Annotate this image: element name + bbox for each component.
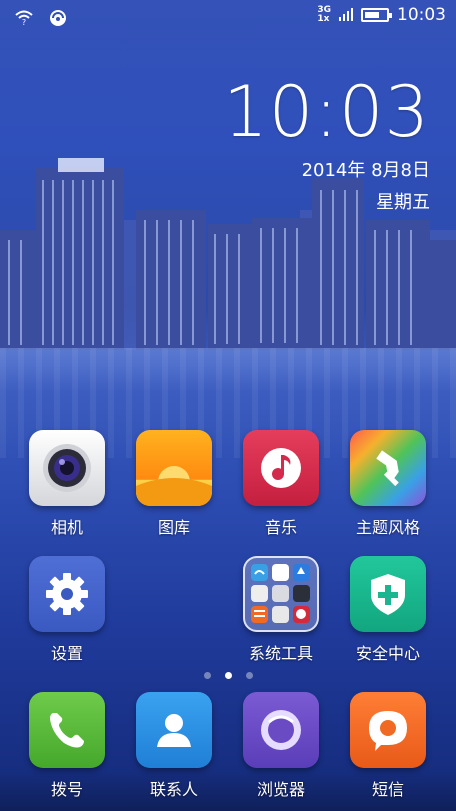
app-gallery[interactable]: 图库 [121,430,227,538]
app-label: 音乐 [264,518,297,537]
app-label: 浏览器 [256,780,305,799]
app-label: 相机 [50,518,83,537]
app-music[interactable]: 音乐 [228,430,334,538]
signal-bars-icon [339,6,353,25]
theme-icon [350,430,426,506]
browser-icon [243,692,319,768]
network-indicator: 3G 1x [317,6,331,24]
page-indicator [0,672,456,679]
battery-icon [361,8,392,22]
app-theme[interactable]: 主题风格 [335,430,441,538]
app-label: 系统工具 [248,644,313,663]
dock-app-contacts[interactable]: 联系人 [121,692,227,800]
app-label: 短信 [371,780,404,799]
clock-date: 2014年 8月8日 [301,160,430,181]
settings-icon [29,556,105,632]
clock-widget[interactable]: 10:03 2014年 8月8日 星期五 [223,74,430,214]
app-camera[interactable]: 相机 [14,430,120,538]
app-label: 设置 [50,644,83,663]
dock-app-messages[interactable]: 短信 [335,692,441,800]
app-label: 安全中心 [355,644,420,663]
clock-weekday: 星期五 [376,192,430,213]
folder-system-tools[interactable]: 系统工具 [228,556,334,664]
wifi-question-icon: ? [14,8,34,28]
sync-icon [48,8,68,28]
app-label: 图库 [157,518,190,537]
network-type-bottom: 1x [317,14,330,24]
system-tools-folder-icon [243,556,319,632]
music-icon [243,430,319,506]
app-label: 拨号 [50,780,83,799]
page-dot-2[interactable] [224,672,232,679]
app-label: 主题风格 [355,518,420,537]
camera-icon [29,430,105,506]
page-dot-1[interactable] [203,672,211,679]
dock-app-phone[interactable]: 拨号 [14,692,120,800]
phone-icon [29,692,105,768]
app-label: 联系人 [149,780,198,799]
gallery-icon [136,430,212,506]
svg-text:?: ? [22,18,26,26]
page-dot-3[interactable] [245,672,253,679]
dock-app-browser[interactable]: 浏览器 [228,692,334,800]
status-bar: ? 3G 1x 10:03 [0,0,456,36]
messages-icon [350,692,426,768]
security-center-icon [350,556,426,632]
app-security-center[interactable]: 安全中心 [335,556,441,664]
app-settings[interactable]: 设置 [14,556,120,664]
status-time: 10:03 [397,5,446,25]
contacts-icon [136,692,212,768]
clock-time: 10:03 [223,71,430,153]
